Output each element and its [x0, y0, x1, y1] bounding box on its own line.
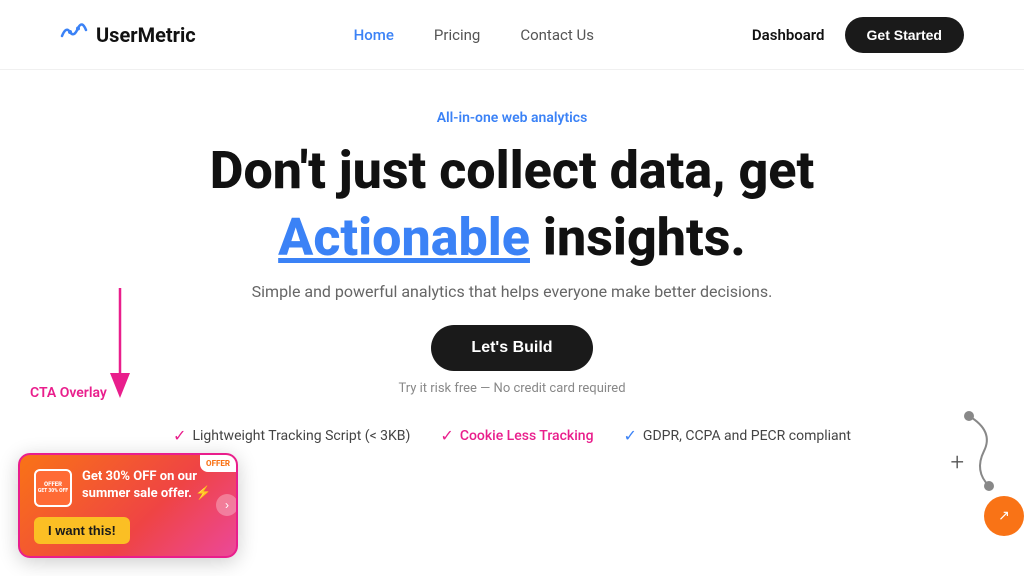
circle-icon: ↗ [998, 508, 1010, 524]
nav-actions: Dashboard Get Started [752, 17, 964, 53]
feature-gdpr: ✓ GDPR, CCPA and PECR compliant [624, 426, 851, 445]
cta-offer-badge: OFFER GET 30% OFF [34, 469, 72, 507]
risk-free-text: Try it risk free — No credit card requir… [60, 381, 964, 396]
get-started-button[interactable]: Get Started [845, 17, 964, 53]
i-want-button[interactable]: I want this! [34, 517, 130, 544]
nav-links: Home Pricing Contact Us [354, 26, 594, 44]
feature-tracking-script: ✓ Lightweight Tracking Script (< 3KB) [173, 426, 410, 445]
hero-title-highlight: Actionable [278, 207, 530, 268]
check-icon-gdpr: ✓ [624, 426, 637, 445]
logo: UserMetric [60, 22, 196, 47]
hero-title-line2: Actionable insights. [60, 209, 964, 266]
arrow-down-icon [105, 288, 135, 408]
offer-badge-text2: GET 30% OFF [38, 489, 68, 494]
nav-home[interactable]: Home [354, 26, 394, 44]
feature-text-gdpr: GDPR, CCPA and PECR compliant [643, 428, 851, 444]
cta-main-text: Get 30% OFF on our summer sale offer. [82, 469, 197, 501]
navbar: UserMetric Home Pricing Contact Us Dashb… [0, 0, 1024, 70]
hero-subtitle: Simple and powerful analytics that helps… [60, 282, 964, 301]
hero-section: All-in-one web analytics Don't just coll… [0, 70, 1024, 475]
nav-contact[interactable]: Contact Us [520, 26, 594, 44]
lets-build-button[interactable]: Let's Build [431, 325, 592, 371]
cta-popup: OFFER GET 30% OFF Get 30% OFF on our sum… [18, 453, 238, 558]
dashboard-link[interactable]: Dashboard [752, 26, 825, 44]
check-icon-tracking: ✓ [173, 426, 186, 445]
corner-badge: OFFER [200, 455, 236, 472]
hero-title-line1: Don't just collect data, get [60, 142, 964, 199]
hero-title-rest: insights. [530, 207, 746, 268]
nav-pricing[interactable]: Pricing [434, 26, 480, 44]
cta-emoji: ⚡ [195, 486, 211, 501]
check-icon-cookie: ✓ [440, 426, 453, 445]
feature-text-tracking: Lightweight Tracking Script (< 3KB) [192, 428, 410, 444]
curve-decoration [939, 411, 999, 491]
cta-popup-text: Get 30% OFF on our summer sale offer. ⚡ [82, 469, 222, 503]
hero-badge: All-in-one web analytics [60, 110, 964, 126]
features-row: ✓ Lightweight Tracking Script (< 3KB) ✓ … [60, 416, 964, 455]
cta-next-button[interactable]: › [216, 494, 238, 516]
feature-cookie-less: ✓ Cookie Less Tracking [440, 426, 593, 445]
logo-text: UserMetric [96, 23, 196, 47]
orange-circle-decoration: ↗ [984, 496, 1024, 536]
feature-text-cookie: Cookie Less Tracking [460, 428, 594, 444]
cta-popup-inner: OFFER GET 30% OFF Get 30% OFF on our sum… [34, 469, 222, 507]
cta-overlay-label: CTA Overlay [30, 385, 107, 401]
logo-icon [60, 22, 88, 47]
